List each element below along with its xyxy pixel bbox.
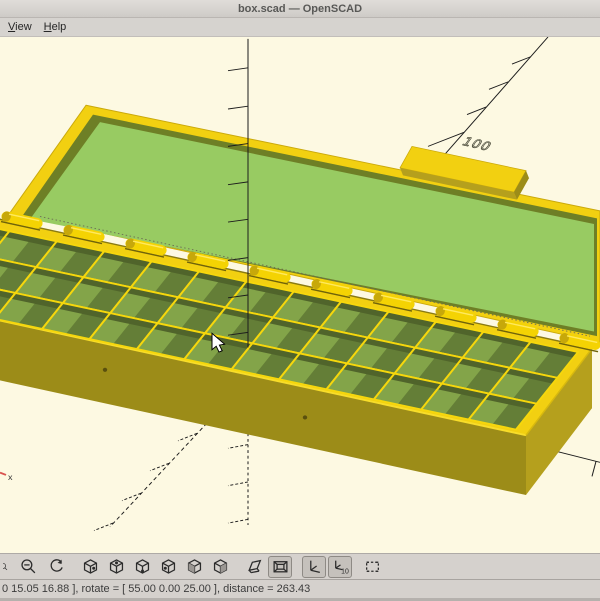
view-front-button[interactable] xyxy=(182,556,206,578)
title-bar[interactable]: box.scad — OpenSCAD xyxy=(0,0,600,18)
view-top-button[interactable] xyxy=(104,556,128,578)
reset-view-button[interactable] xyxy=(44,556,68,578)
view-orthogonal-button[interactable] xyxy=(268,555,292,578)
view-all-button[interactable] xyxy=(360,556,384,578)
openscad-window: box.scad — OpenSCAD View Help 100 x 10 0… xyxy=(0,0,600,601)
menu-bar: View Help xyxy=(0,18,600,37)
viewport-status-text: 0 15.05 16.88 ], rotate = [ 55.00 0.00 2… xyxy=(2,583,311,595)
menu-help[interactable]: Help xyxy=(38,20,73,34)
x-axis-marker: x xyxy=(0,471,13,482)
show-scale-markers-button[interactable]: 10 xyxy=(328,555,352,578)
view-right-button[interactable] xyxy=(78,556,102,578)
zoom-out-button[interactable] xyxy=(16,556,40,578)
menu-view[interactable]: View xyxy=(2,20,38,34)
view-bottom-button[interactable] xyxy=(130,556,154,578)
view-toolbar: 10 xyxy=(0,553,600,579)
x-marker-label: x xyxy=(8,472,13,482)
show-axes-button[interactable] xyxy=(302,555,326,578)
viewport-3d[interactable]: 100 x xyxy=(0,37,600,553)
viewport-canvas[interactable]: 100 x xyxy=(0,37,600,553)
window-title: box.scad — OpenSCAD xyxy=(237,2,363,15)
view-diagonal-button[interactable] xyxy=(242,556,266,578)
y-axis-100-label: 100 xyxy=(459,135,495,154)
status-bar: 0 15.05 16.88 ], rotate = [ 55.00 0.00 2… xyxy=(0,579,600,601)
svg-text:10: 10 xyxy=(341,569,349,575)
view-left-button[interactable] xyxy=(156,556,180,578)
zoom-in-button[interactable] xyxy=(2,556,12,578)
neg-y-axis xyxy=(109,422,208,528)
view-back-button[interactable] xyxy=(208,556,232,578)
